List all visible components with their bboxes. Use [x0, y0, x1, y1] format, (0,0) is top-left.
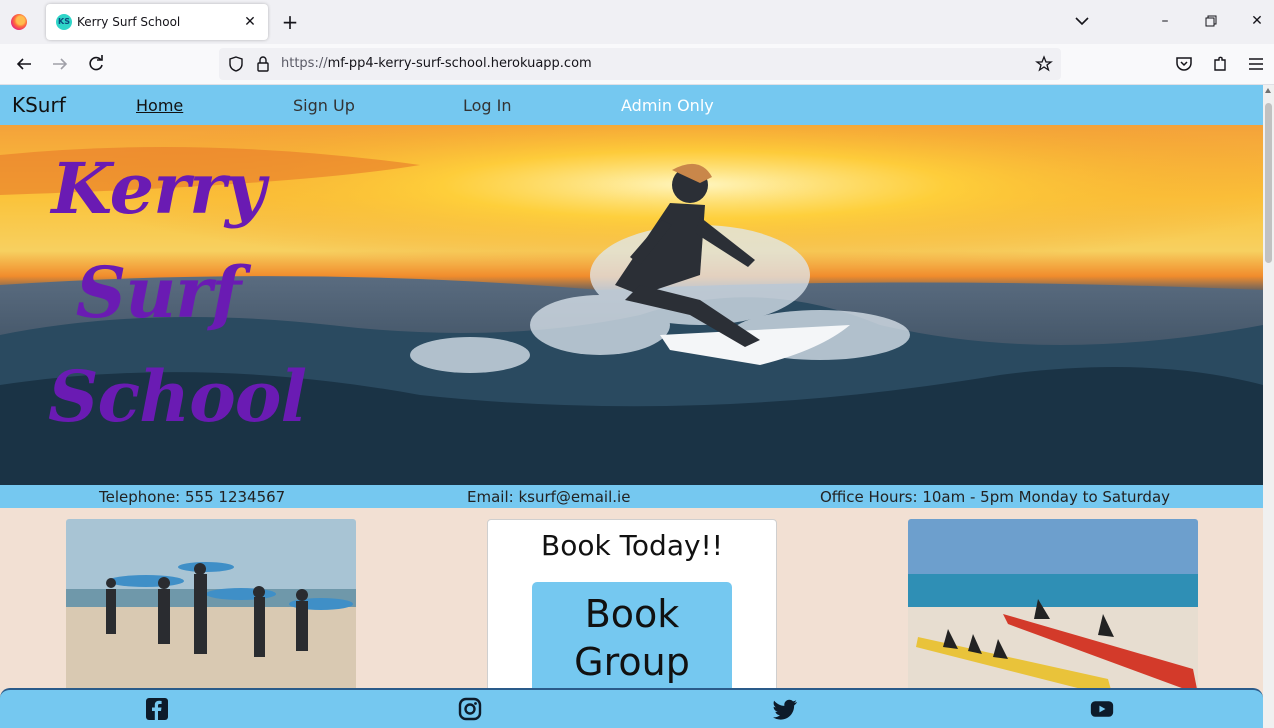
site-brand[interactable]: KSurf [12, 94, 66, 116]
surfers-walking-image [66, 519, 356, 699]
browser-tab-bar: KS Kerry Surf School ✕ + – ✕ [0, 0, 1274, 44]
book-button-line: Group [574, 640, 690, 684]
hero-title-line: Surf [75, 251, 241, 334]
back-arrow-icon[interactable] [14, 54, 34, 74]
hero-title-line: Kerry [51, 147, 265, 230]
email-text: Email: ksurf@email.ie [467, 488, 631, 506]
site-footer [0, 688, 1263, 728]
page-scrollbar[interactable] [1263, 85, 1274, 728]
book-today-heading: Book Today!! [540, 529, 723, 562]
site-navbar: KSurf Home Sign Up Log In Admin Only [0, 85, 1263, 125]
nav-home[interactable]: Home [136, 96, 183, 116]
hero-banner: Kerry Surf School [0, 125, 1263, 485]
menu-hamburger-icon[interactable] [1246, 54, 1266, 74]
tab-favicon: KS [56, 14, 72, 30]
minimize-icon[interactable]: – [1156, 12, 1174, 30]
twitter-icon[interactable] [773, 697, 797, 721]
book-today-card: Book Today!! Book Group [487, 519, 777, 722]
office-hours-text: Office Hours: 10am - 5pm Monday to Satur… [820, 488, 1171, 506]
bookmark-star-icon[interactable] [1035, 55, 1053, 73]
close-window-icon[interactable]: ✕ [1248, 12, 1266, 30]
tab-title: Kerry Surf School [77, 15, 181, 29]
browser-navigation-bar: https://mf-pp4-kerry-surf-school.herokua… [0, 44, 1274, 85]
pocket-icon[interactable] [1174, 54, 1194, 74]
address-bar[interactable]: https://mf-pp4-kerry-surf-school.herokua… [219, 48, 1061, 80]
tab-close-icon[interactable]: ✕ [240, 12, 260, 32]
url-scheme: https:// [281, 56, 328, 71]
hero-title: Kerry Surf School [48, 137, 307, 449]
telephone-text: Telephone: 555 1234567 [99, 488, 286, 506]
url-text[interactable]: https://mf-pp4-kerry-surf-school.herokua… [281, 56, 592, 72]
youtube-icon[interactable] [1090, 697, 1114, 721]
extensions-icon[interactable] [1210, 54, 1230, 74]
nav-log-in[interactable]: Log In [463, 96, 512, 116]
scrollbar-thumb[interactable] [1265, 103, 1272, 263]
book-button-line: Book [584, 592, 680, 636]
contact-info-bar: Telephone: 555 1234567 Email: ksurf@emai… [0, 485, 1263, 508]
hero-title-line: School [48, 355, 307, 438]
reload-icon[interactable] [86, 54, 106, 74]
page-viewport: KSurf Home Sign Up Log In Admin Only Ker… [0, 85, 1263, 728]
firefox-icon[interactable] [11, 14, 27, 30]
instagram-icon[interactable] [458, 697, 482, 721]
lock-icon[interactable] [255, 55, 271, 73]
facebook-icon[interactable] [145, 697, 169, 721]
url-host: mf-pp4-kerry-surf-school.herokuapp.com [327, 56, 592, 71]
scroll-up-arrow-icon[interactable] [1265, 88, 1271, 93]
nav-admin-only[interactable]: Admin Only [621, 96, 714, 116]
restore-icon[interactable] [1202, 12, 1220, 30]
surfboards-beach-image [908, 519, 1198, 699]
shield-icon[interactable] [227, 55, 245, 73]
forward-arrow-icon[interactable] [50, 54, 70, 74]
browser-tab[interactable]: KS Kerry Surf School ✕ [46, 4, 268, 40]
tab-list-chevron-icon[interactable] [1073, 12, 1091, 30]
nav-sign-up[interactable]: Sign Up [293, 96, 355, 116]
new-tab-icon[interactable]: + [280, 11, 300, 33]
